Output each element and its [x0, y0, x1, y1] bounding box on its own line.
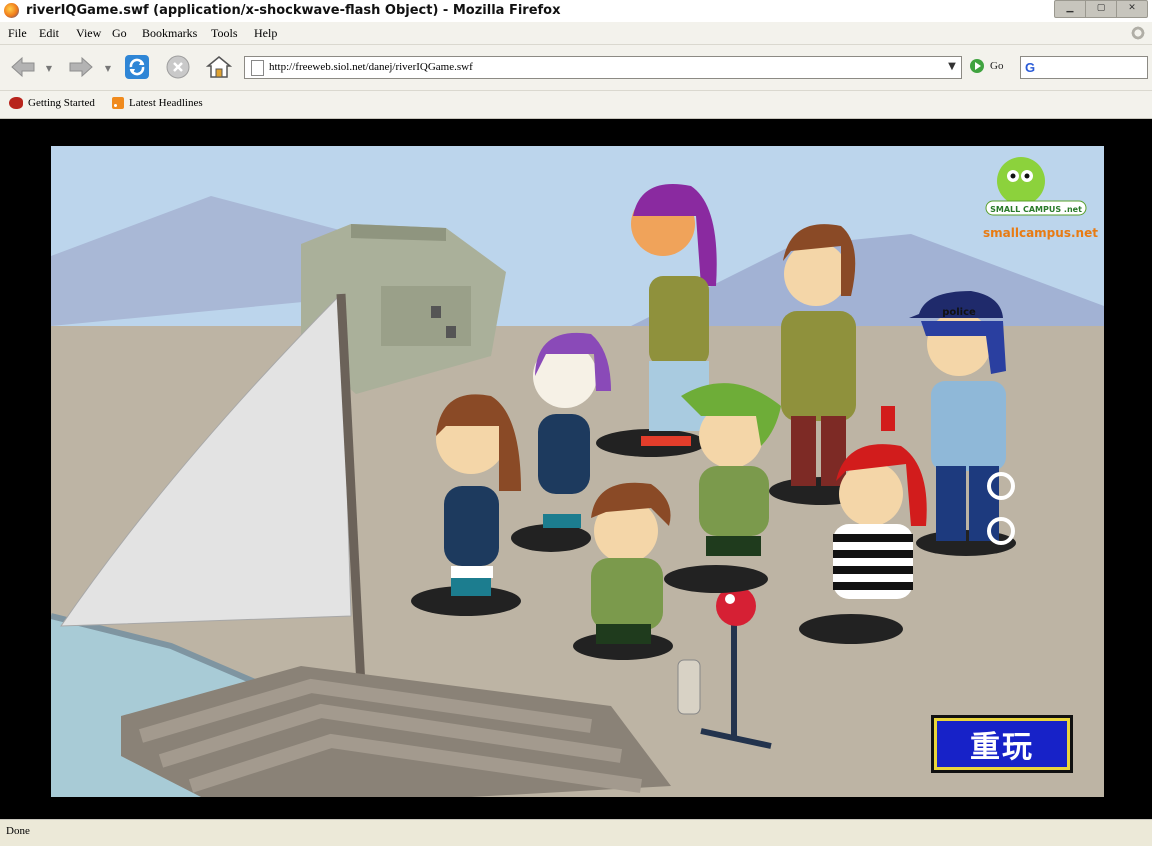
- replay-button[interactable]: 重玩: [931, 715, 1073, 773]
- stop-button[interactable]: [163, 53, 193, 81]
- menu-view[interactable]: View: [76, 26, 101, 41]
- menu-bar: File Edit View Go Bookmarks Tools Help: [0, 22, 1152, 45]
- bookmarks-toolbar: Getting Started Latest Headlines: [0, 91, 1152, 119]
- smallcampus-logo-text[interactable]: smallcampus.net: [983, 226, 1098, 240]
- firefox-start-icon: [9, 97, 23, 109]
- search-box[interactable]: G: [1020, 56, 1148, 79]
- flash-game-canvas[interactable]: police SMALL CAMPUS .net smallcampus.net…: [51, 146, 1104, 797]
- menu-go[interactable]: Go: [112, 26, 127, 41]
- menu-edit[interactable]: Edit: [39, 26, 59, 41]
- police-cap-label: police: [942, 307, 976, 318]
- rss-feed-icon: [112, 97, 124, 109]
- reload-icon: [125, 55, 149, 79]
- window-controls: ▁ ▢ ✕: [1054, 0, 1148, 18]
- go-arrow-icon: [970, 59, 984, 73]
- search-engine-icon[interactable]: G: [1025, 60, 1035, 75]
- game-scene: police SMALL CAMPUS .net: [51, 146, 1104, 797]
- menu-help[interactable]: Help: [254, 26, 277, 41]
- go-button[interactable]: Go: [970, 59, 1003, 73]
- activity-throbber-icon: [1130, 25, 1146, 41]
- replay-label: 重玩: [970, 730, 1034, 765]
- maximize-button[interactable]: ▢: [1086, 1, 1117, 17]
- close-button[interactable]: ✕: [1117, 1, 1147, 17]
- go-label: Go: [990, 60, 1004, 72]
- bookmark-getting-started[interactable]: Getting Started: [9, 97, 95, 109]
- search-input[interactable]: [1045, 59, 1141, 75]
- bookmark-label: Getting Started: [28, 97, 95, 109]
- menu-bookmarks[interactable]: Bookmarks: [142, 26, 197, 41]
- title-bar: riverIQGame.swf (application/x-shockwave…: [0, 0, 1152, 23]
- forward-arrow-icon: [69, 56, 93, 78]
- stop-icon: [166, 55, 190, 79]
- menu-tools[interactable]: Tools: [211, 26, 238, 41]
- reload-button[interactable]: [122, 53, 152, 81]
- firefox-logo-icon: [4, 3, 19, 18]
- status-text: Done: [6, 825, 30, 837]
- bookmark-latest-headlines[interactable]: Latest Headlines: [112, 97, 203, 109]
- url-input[interactable]: [269, 59, 929, 75]
- home-icon: [206, 56, 232, 78]
- menu-file[interactable]: File: [8, 26, 27, 41]
- back-button[interactable]: [8, 53, 38, 81]
- bookmark-label: Latest Headlines: [129, 97, 203, 109]
- page-icon: [251, 60, 264, 76]
- page-content: police SMALL CAMPUS .net smallcampus.net…: [0, 119, 1152, 819]
- back-history-dropdown[interactable]: ▼: [44, 64, 54, 74]
- back-arrow-icon: [11, 56, 35, 78]
- url-history-dropdown[interactable]: ▼: [945, 59, 959, 75]
- window-title: riverIQGame.swf (application/x-shockwave…: [26, 3, 561, 18]
- address-bar[interactable]: ▼: [244, 56, 962, 79]
- home-button[interactable]: [204, 53, 234, 81]
- minimize-button[interactable]: ▁: [1055, 1, 1086, 17]
- forward-button[interactable]: [66, 53, 96, 81]
- status-bar: Done: [0, 819, 1152, 846]
- navigation-toolbar: ▼ ▼ ▼ Go G: [0, 45, 1152, 91]
- forward-history-dropdown[interactable]: ▼: [103, 64, 113, 74]
- logo-badge-text: SMALL CAMPUS .net: [990, 205, 1082, 214]
